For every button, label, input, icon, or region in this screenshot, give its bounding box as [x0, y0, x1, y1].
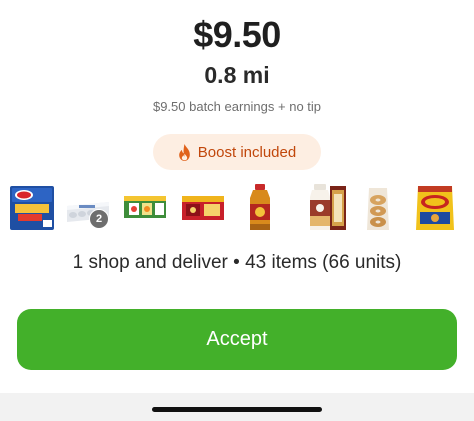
flame-icon: [178, 143, 190, 161]
boost-label: Boost included: [197, 143, 297, 161]
juice-box-pack-icon: [122, 184, 168, 232]
accept-button[interactable]: Accept: [17, 309, 457, 370]
earnings-note: $9.50 batch earnings + no tip: [152, 99, 322, 114]
bagels-bag-icon: [355, 184, 401, 232]
offer-price: $9.50: [193, 14, 281, 55]
item-preview-row[interactable]: [0, 184, 474, 232]
boost-badge: Boost included: [153, 134, 321, 170]
fruit-snacks-box-icon: [180, 184, 226, 232]
offer-distance: 0.8 mi: [204, 62, 270, 88]
batch-summary: 1 shop and deliver • 43 items (66 units): [72, 252, 402, 273]
apple-juice-bottle-icon: [237, 184, 283, 232]
item-quantity-badge: 2: [89, 209, 109, 229]
offer-card: $9.50 0.8 mi $9.50 batch earnings + no t…: [0, 0, 474, 393]
home-indicator[interactable]: [152, 407, 322, 412]
fritos-chips-icon: [412, 184, 458, 232]
accept-button-label: Accept: [206, 328, 268, 350]
cheese-singles-icon: [9, 184, 55, 232]
